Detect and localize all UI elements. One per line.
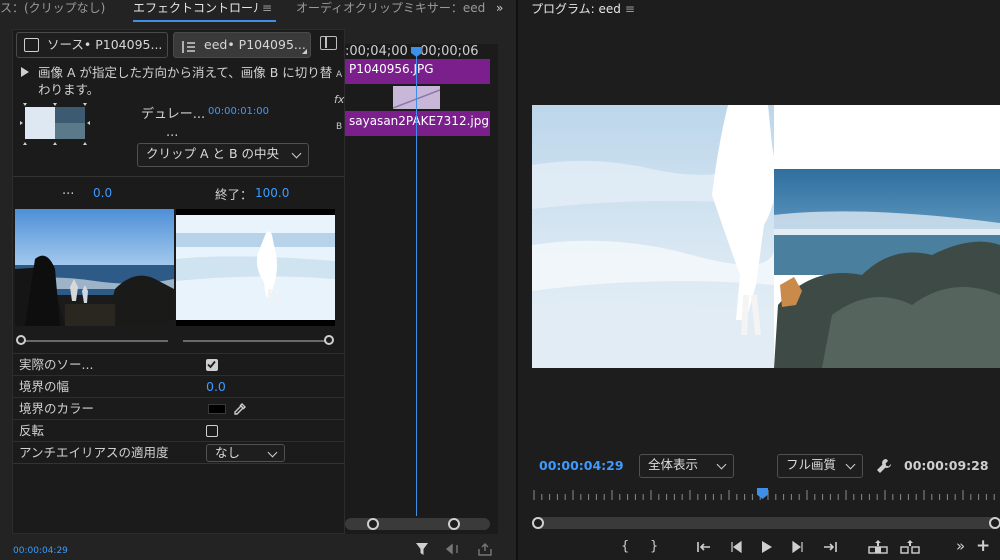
footer-timecode[interactable]: 00:00:04:29 — [13, 546, 68, 556]
clip-a[interactable]: P1040956.JPG — [345, 59, 490, 84]
panel-layout-icon[interactable] — [320, 36, 337, 50]
end-label: 終了： — [215, 187, 253, 202]
left-tab-bar: ス：(クリップなし) エフェクトコントロール≡ オーディオクリップミキサー：ee… — [0, 0, 516, 22]
sequence-icon — [181, 38, 196, 53]
chevron-down-icon — [716, 459, 727, 470]
panel-menu-icon[interactable]: ≡ — [262, 1, 272, 15]
preview-b-image — [176, 209, 335, 326]
export-icon[interactable] — [478, 543, 492, 556]
program-zoom-handle-right[interactable] — [989, 517, 1000, 529]
subtab-source[interactable]: ソース• P104095... — [16, 32, 168, 58]
prop-antialias: アンチエイリアスの適用度 なし — [13, 441, 345, 463]
prop-border-width: 境界の幅 0.0 — [13, 375, 345, 397]
zoom-handle-left[interactable] — [367, 518, 379, 530]
tab-source[interactable]: ス：(クリップなし) — [0, 0, 118, 22]
start-label: ... — [62, 183, 75, 198]
end-slider-track[interactable] — [183, 340, 328, 342]
end-value[interactable]: 100.0 — [255, 186, 289, 200]
program-zoom-bar[interactable] — [532, 517, 1000, 529]
chevron-down-icon — [845, 459, 856, 470]
program-current-time[interactable]: 00:00:04:29 — [539, 458, 624, 473]
extract-icon[interactable] — [900, 539, 920, 554]
border-color-swatch[interactable] — [208, 404, 226, 414]
start-slider-track[interactable] — [22, 340, 168, 342]
program-duration: 00:00:09:28 — [904, 458, 989, 473]
transition-thumbnail — [20, 103, 90, 145]
tab-overflow-icon[interactable]: » — [496, 0, 512, 22]
zoom-dropdown[interactable]: 全体表示 — [639, 454, 734, 478]
zoom-handle-right[interactable] — [448, 518, 460, 530]
show-actual-checkbox[interactable] — [206, 359, 218, 371]
fx-label: fx — [334, 93, 345, 106]
play-preview-icon[interactable] — [20, 66, 30, 78]
prop-reverse: 反転 — [13, 419, 345, 441]
quality-dropdown[interactable]: フル画質 — [777, 454, 863, 478]
go-to-out-icon[interactable] — [822, 540, 838, 554]
effect-description: 画像 A が指定した方向から消えて、画像 B に切り替わります。 — [38, 65, 333, 97]
program-zoom-handle-left[interactable] — [532, 517, 544, 529]
alignment-dropdown[interactable]: クリップ A と B の中央 — [137, 143, 309, 167]
eyedropper-icon[interactable] — [233, 401, 247, 415]
prop-show-actual: 実際のソー... — [13, 353, 345, 375]
mark-out-icon[interactable]: } — [650, 539, 658, 554]
chevron-down-icon — [291, 148, 302, 159]
audio-loop-icon[interactable] — [445, 543, 462, 556]
start-slider-handle[interactable] — [16, 335, 26, 345]
lift-icon[interactable] — [868, 539, 888, 554]
preview-a-image — [15, 209, 174, 326]
program-frame — [532, 105, 1000, 368]
clip-icon — [24, 38, 39, 52]
subtab-sequence[interactable]: eed• P104095... — [173, 32, 311, 58]
clip-b[interactable]: sayasan2PAKE7312.jpg — [345, 111, 490, 136]
step-back-icon[interactable] — [729, 540, 743, 554]
reverse-checkbox[interactable] — [206, 425, 218, 437]
tab-audio-clip-mixer[interactable]: オーディオクリップミキサー：eed — [296, 0, 492, 22]
playhead-line — [416, 54, 417, 516]
program-menu-icon[interactable]: ≡ — [625, 2, 635, 16]
tab-effect-controls[interactable]: エフェクトコントロール≡ — [133, 0, 276, 22]
ellipsis-label: ... — [166, 125, 179, 140]
tab-program[interactable]: プログラム: eed ≡ — [531, 0, 635, 18]
mark-in-icon[interactable]: { — [621, 539, 629, 554]
antialias-dropdown[interactable]: なし — [206, 444, 285, 462]
divider — [13, 463, 345, 464]
duration-label: デュレー... — [141, 107, 206, 122]
track-a-label: A — [336, 70, 343, 80]
dropdown-corner-icon — [302, 49, 307, 54]
start-value[interactable]: 0.0 — [93, 186, 112, 200]
border-width-value[interactable]: 0.0 — [206, 376, 226, 397]
add-button-icon[interactable]: + — [976, 536, 990, 556]
divider — [13, 176, 345, 177]
prop-border-color: 境界のカラー — [13, 397, 345, 419]
go-to-in-icon[interactable] — [696, 540, 712, 554]
filter-icon[interactable] — [415, 542, 429, 556]
more-controls-icon[interactable]: » — [956, 537, 965, 555]
chevron-down-icon — [267, 447, 278, 458]
duration-value[interactable]: 00:00:01:00 — [208, 106, 269, 117]
step-forward-icon[interactable] — [791, 540, 805, 554]
track-b-label: B — [336, 122, 343, 132]
wrench-icon[interactable] — [876, 458, 892, 474]
play-icon[interactable] — [761, 540, 773, 554]
end-slider-handle[interactable] — [324, 335, 334, 345]
